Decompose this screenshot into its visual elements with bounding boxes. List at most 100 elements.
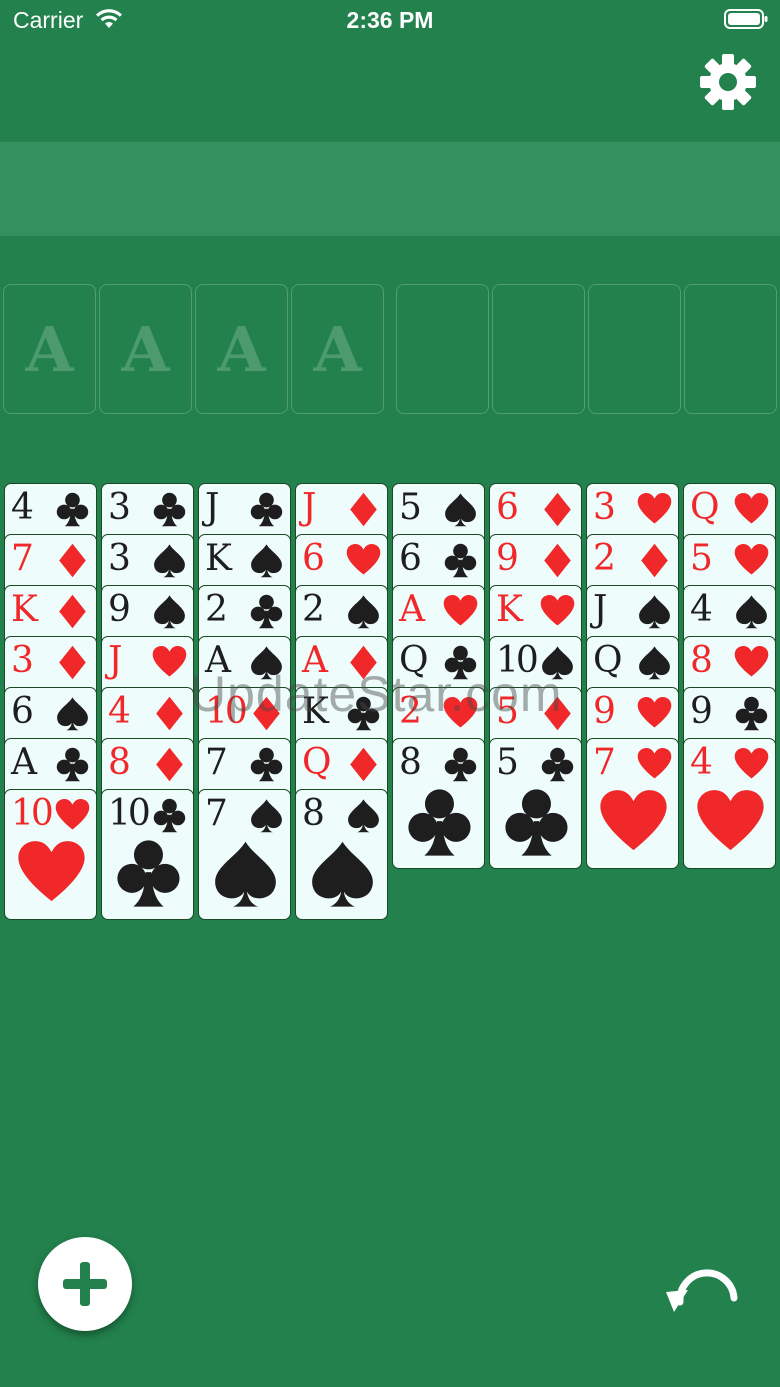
foundation-slot[interactable]: A [195,284,288,414]
spades-suit-icon [154,544,185,578]
spades-suit-icon [251,646,282,680]
clubs-suit-icon [444,543,477,578]
card-rank: 4 [690,742,713,783]
card-rank: 10 [496,640,539,681]
card-rank: A [399,589,425,630]
diamonds-suit-icon [544,543,571,578]
hearts-suit-icon [697,790,764,851]
card-rank: A [11,742,37,783]
playing-card[interactable]: 4 [683,738,776,869]
diamonds-suit-icon [59,594,86,629]
card-rank: 7 [11,538,34,579]
clubs-suit-icon [153,492,186,527]
spades-suit-icon [215,841,276,907]
foundation-slot[interactable]: A [291,284,384,414]
card-rank: K [11,589,38,630]
playing-card[interactable]: 7 [586,738,679,869]
clubs-suit-icon [735,696,768,731]
hearts-suit-icon [637,697,672,728]
foundation-slot[interactable]: A [3,284,96,414]
plus-icon [63,1262,107,1306]
card-rank: 2 [302,589,325,630]
card-rank: 10 [11,793,54,834]
card-rank: 2 [593,538,616,579]
free-cell-slot[interactable] [492,284,585,414]
foundation-label: A [121,312,170,386]
playing-card[interactable]: 10 [101,789,194,920]
battery-icon [724,9,768,29]
card-rank: 5 [690,538,713,579]
playing-card[interactable]: 5 [489,738,582,869]
card-rank: 3 [108,487,131,528]
playing-card[interactable]: 8 [295,789,388,920]
card-rank: J [593,589,608,630]
foundation-label: A [25,312,74,386]
spades-suit-icon [542,646,573,680]
hearts-suit-icon [152,646,187,677]
free-cell-slot[interactable] [588,284,681,414]
playing-card[interactable]: 8 [392,738,485,869]
playing-card[interactable]: 10 [4,789,97,920]
clubs-suit-icon [444,645,477,680]
card-rank: 8 [302,793,325,834]
card-rank: J [205,487,220,528]
card-rank: 5 [399,487,422,528]
card-rank: 9 [690,691,713,732]
card-rank: 7 [593,742,616,783]
new-game-button[interactable] [38,1237,132,1331]
diamonds-suit-icon [350,645,377,680]
hearts-suit-icon [540,595,575,626]
free-cell-slot[interactable] [684,284,777,414]
card-rank: 6 [496,487,519,528]
hearts-suit-icon [55,799,90,830]
hearts-suit-icon [734,493,769,524]
spades-suit-icon [251,799,282,833]
spades-suit-icon [736,595,767,629]
card-rank: J [108,640,123,681]
foundation-slot[interactable]: A [99,284,192,414]
card-rank: 3 [108,538,131,579]
hearts-suit-icon [443,595,478,626]
card-rank: 8 [399,742,422,783]
spades-suit-icon [57,697,88,731]
clubs-suit-icon [250,594,283,629]
card-rank: A [205,640,231,681]
spades-suit-icon [312,841,373,907]
card-rank: 9 [496,538,519,579]
card-rank: 6 [302,538,325,579]
card-rank: K [205,538,232,579]
clubs-suit-icon [56,747,89,782]
clubs-suit-icon [153,798,186,833]
hearts-suit-icon [637,748,672,779]
card-rank: K [302,691,329,732]
card-rank: 2 [399,691,422,732]
diamonds-suit-icon [544,696,571,731]
diamonds-suit-icon [156,696,183,731]
foundation-label: A [217,312,266,386]
clubs-suit-icon [250,492,283,527]
card-rank: Q [302,742,331,783]
undo-icon[interactable] [662,1262,742,1322]
clubs-suit-icon [117,840,180,907]
card-rank: J [302,487,317,528]
card-rank: 3 [593,487,616,528]
spades-suit-icon [251,544,282,578]
spades-suit-icon [348,595,379,629]
card-rank: 8 [690,640,713,681]
diamonds-suit-icon [350,492,377,527]
status-bar: Carrier 2:36 PM [0,0,780,40]
hearts-suit-icon [18,841,85,902]
spades-suit-icon [639,646,670,680]
diamonds-suit-icon [641,543,668,578]
foundation-label: A [313,312,362,386]
free-cell-slot[interactable] [396,284,489,414]
clubs-suit-icon [541,747,574,782]
settings-gear-icon[interactable] [700,54,756,110]
card-rank: 9 [108,589,131,630]
card-rank: 5 [496,742,519,783]
card-rank: 10 [108,793,151,834]
playing-card[interactable]: 7 [198,789,291,920]
hearts-suit-icon [734,646,769,677]
status-time: 2:36 PM [346,7,434,33]
card-rank: 9 [593,691,616,732]
